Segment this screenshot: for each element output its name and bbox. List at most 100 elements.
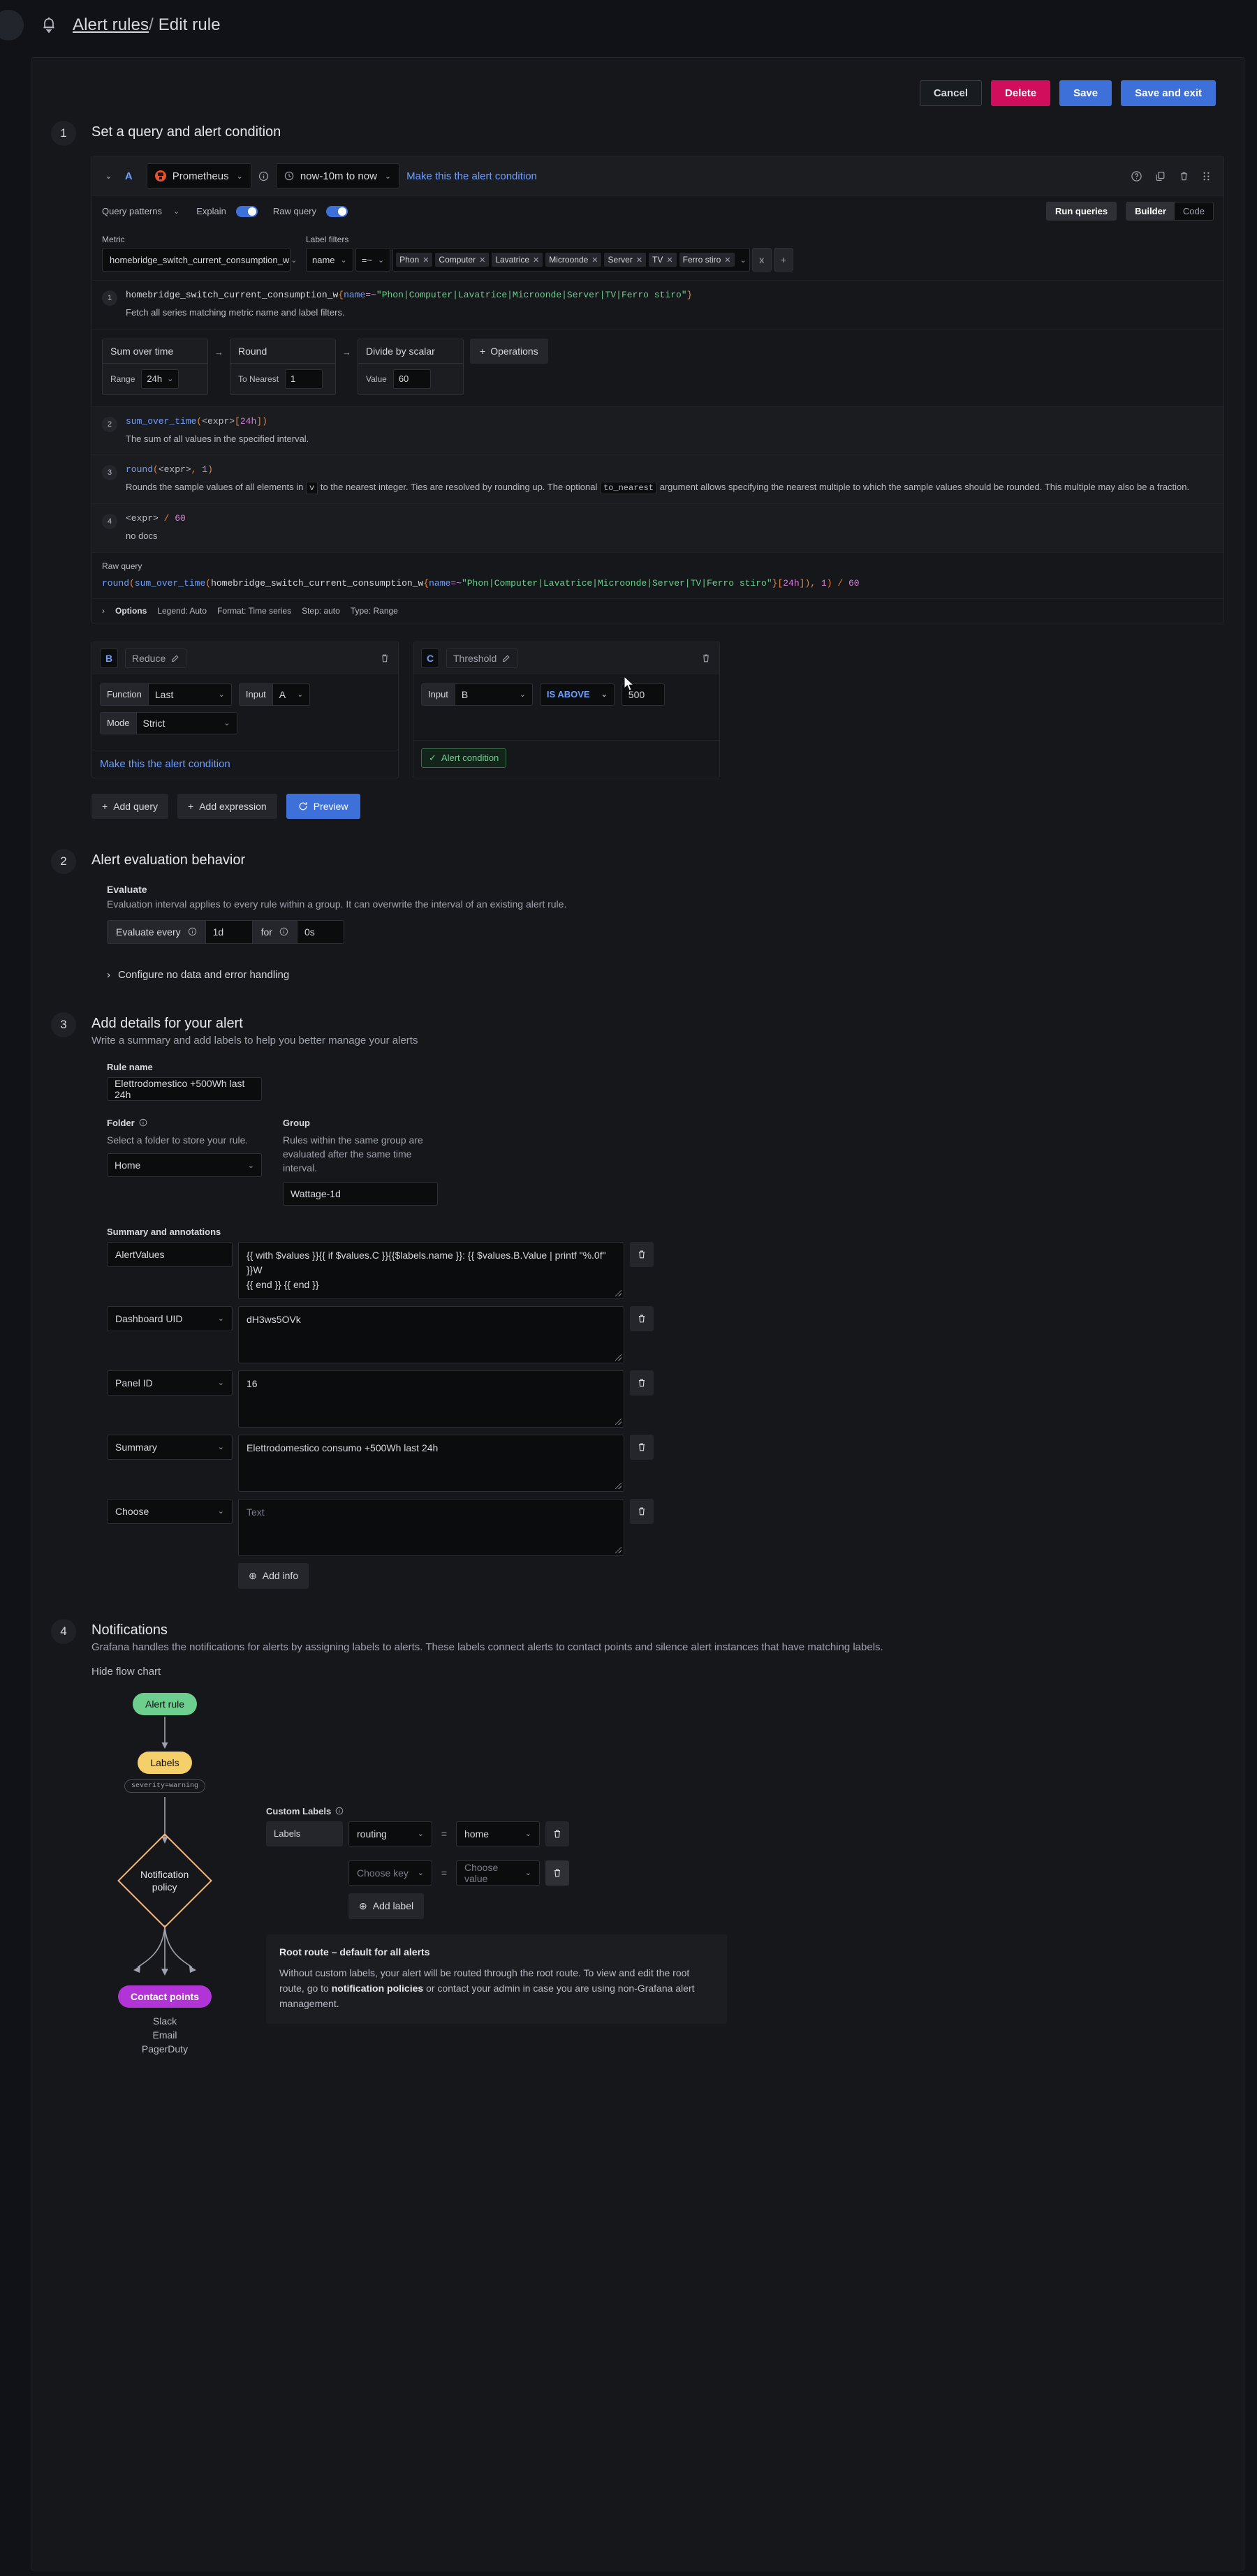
add-filter-button[interactable]: + (773, 248, 793, 272)
label-filter-chip[interactable]: Ferro stiro ✕ (679, 253, 735, 267)
metric-select[interactable]: homebridge_switch_current_consumption_w … (102, 248, 297, 272)
delete-annotation-icon[interactable] (630, 1434, 654, 1460)
cancel-button[interactable]: Cancel (919, 80, 983, 106)
tab-builder[interactable]: Builder (1126, 202, 1175, 220)
delete-query-icon[interactable] (1178, 170, 1190, 182)
label-key-select-1[interactable]: routing ⌄ (348, 1821, 432, 1846)
annotation-value-choose[interactable]: Text (238, 1498, 624, 1556)
operation-arg-input[interactable]: 1 (285, 369, 323, 389)
make-alert-condition-link-a[interactable]: Make this the alert condition (406, 170, 537, 182)
annotation-key-panel-id[interactable]: Panel ID ⌄ (107, 1370, 233, 1396)
label-value-select-1[interactable]: home ⌄ (456, 1821, 540, 1846)
threshold-operator-select[interactable]: IS ABOVE ⌄ (539, 683, 615, 706)
label-filter-chip[interactable]: Microonde ✕ (545, 253, 602, 267)
operation-sum-over-time[interactable]: Sum over time Range 24h ⌄ (102, 338, 208, 395)
delete-expression-b-icon[interactable] (379, 653, 390, 664)
avatar[interactable] (0, 10, 24, 40)
expression-name-c[interactable]: Threshold (446, 648, 518, 668)
run-queries-button[interactable]: Run queries (1046, 202, 1117, 221)
operation-arg-input[interactable]: 24h ⌄ (141, 369, 179, 389)
add-info-button[interactable]: ⊕ Add info (238, 1562, 309, 1589)
label-filter-values[interactable]: Phon ✕ Computer ✕ Lavatrice ✕ Microonde ✕ Server… (392, 248, 750, 272)
delete-label-icon[interactable] (545, 1821, 569, 1846)
operation-divide-by-scalar[interactable]: Divide by scalar Value 60 (358, 338, 464, 395)
remove-chip-icon[interactable]: ✕ (533, 256, 539, 265)
folder-select[interactable]: Home ⌄ (107, 1153, 262, 1178)
add-operations-button[interactable]: + Operations (470, 338, 548, 364)
threshold-value-input[interactable]: 500 (621, 683, 665, 706)
annotation-key-summary[interactable]: Summary ⌄ (107, 1434, 233, 1460)
notification-policies-link[interactable]: notification policies (332, 1983, 423, 1994)
remove-chip-icon[interactable]: ✕ (422, 256, 429, 265)
hide-flow-chart-toggle[interactable]: Hide flow chart (91, 1666, 1224, 1678)
delete-annotation-icon[interactable] (630, 1370, 654, 1396)
label-filter-chip[interactable]: TV ✕ (649, 253, 677, 267)
datasource-info-icon[interactable] (258, 171, 269, 182)
annotation-value-alertvalues[interactable]: {{ with $values }}{{ if $values.C }}{{$l… (238, 1241, 624, 1299)
collapse-query-icon[interactable]: ⌄ (102, 170, 115, 182)
help-icon[interactable] (1131, 170, 1142, 182)
label-filter-operator[interactable]: =~ ⌄ (355, 248, 391, 272)
chevron-down-icon[interactable]: ⌄ (173, 207, 179, 216)
clear-filters-button[interactable]: x (751, 248, 772, 272)
label-filter-chip[interactable]: Phon ✕ (396, 253, 433, 267)
save-button[interactable]: Save (1059, 80, 1112, 106)
remove-chip-icon[interactable]: ✕ (666, 256, 672, 265)
label-filter-chip[interactable]: Server ✕ (604, 253, 647, 267)
add-expression-button[interactable]: + Add expression (177, 793, 277, 819)
function-select[interactable]: Last ⌄ (147, 683, 232, 706)
label-filter-chip[interactable]: Lavatrice ✕ (492, 253, 543, 267)
preview-button[interactable]: Preview (286, 793, 360, 819)
delete-annotation-icon[interactable] (630, 1498, 654, 1524)
rule-name-input[interactable]: Elettrodomestico +500Wh last 24h (107, 1076, 262, 1101)
evaluate-every-input[interactable]: 1d (205, 919, 253, 944)
delete-annotation-icon[interactable] (630, 1305, 654, 1331)
operation-round[interactable]: Round To Nearest 1 (230, 338, 336, 395)
query-patterns-label[interactable]: Query patterns (102, 206, 162, 216)
chevron-down-icon: ⌄ (377, 256, 385, 265)
label-filter-chip[interactable]: Computer ✕ (435, 253, 490, 267)
annotation-key-dashboard-uid[interactable]: Dashboard UID ⌄ (107, 1305, 233, 1331)
configure-nodata-toggle[interactable]: › Configure no data and error handling (107, 969, 1224, 981)
add-query-button[interactable]: + Add query (91, 793, 169, 819)
annotation-value-summary[interactable]: Elettrodomestico consumo +500Wh last 24h (238, 1434, 624, 1492)
label-key-select-2[interactable]: Choose key ⌄ (348, 1860, 432, 1886)
add-label-button[interactable]: ⊕ Add label (348, 1893, 425, 1919)
annotation-value-panel-id[interactable]: 16 (238, 1370, 624, 1428)
remove-chip-icon[interactable]: ✕ (591, 256, 598, 265)
breadcrumb-alert-rules[interactable]: Alert rules (73, 15, 149, 34)
mode-select[interactable]: Strict ⌄ (135, 711, 237, 734)
duplicate-icon[interactable] (1154, 170, 1166, 182)
make-alert-condition-link-b[interactable]: Make this the alert condition (100, 758, 230, 770)
remove-chip-icon[interactable]: ✕ (636, 256, 642, 265)
delete-expression-c-icon[interactable] (700, 653, 712, 664)
tab-code[interactable]: Code (1175, 202, 1213, 220)
drag-handle-icon[interactable] (1202, 170, 1211, 182)
flow-contact-point-list: Slack Email PagerDuty (142, 2014, 188, 2057)
operation-name: Round (230, 339, 335, 364)
for-input[interactable]: 0s (296, 919, 344, 944)
remove-chip-icon[interactable]: ✕ (724, 256, 730, 265)
annotation-value-dashboard-uid[interactable]: dH3ws5OVk (238, 1305, 624, 1363)
annotation-key-choose[interactable]: Choose ⌄ (107, 1498, 233, 1524)
datasource-picker[interactable]: Prometheus ⌄ (146, 163, 251, 188)
action-bar: Cancel Delete Save Save and exit (51, 80, 1216, 106)
group-input[interactable]: Wattage-1d (283, 1181, 438, 1206)
label-filter-key[interactable]: name ⌄ (306, 248, 353, 272)
label-value-select-2[interactable]: Choose value ⌄ (456, 1860, 540, 1886)
expression-name-b[interactable]: Reduce (125, 648, 187, 668)
remove-chip-icon[interactable]: ✕ (479, 256, 485, 265)
input-select[interactable]: B ⌄ (454, 683, 533, 706)
raw-query-toggle[interactable] (326, 205, 348, 217)
query-options-row[interactable]: › Options Legend: Auto Format: Time seri… (92, 598, 1223, 623)
delete-button[interactable]: Delete (991, 80, 1051, 106)
time-range-picker[interactable]: now-10m to now ⌄ (275, 163, 400, 188)
operation-arg-input[interactable]: 60 (392, 369, 431, 389)
delete-label-icon[interactable] (545, 1860, 569, 1886)
input-select[interactable]: A ⌄ (272, 683, 311, 706)
label-filter-chip-text: Computer (439, 255, 476, 265)
explain-toggle[interactable] (235, 205, 258, 217)
save-and-exit-button[interactable]: Save and exit (1121, 80, 1216, 106)
delete-annotation-icon[interactable] (630, 1241, 654, 1267)
annotation-key-alertvalues[interactable]: AlertValues (107, 1241, 233, 1267)
